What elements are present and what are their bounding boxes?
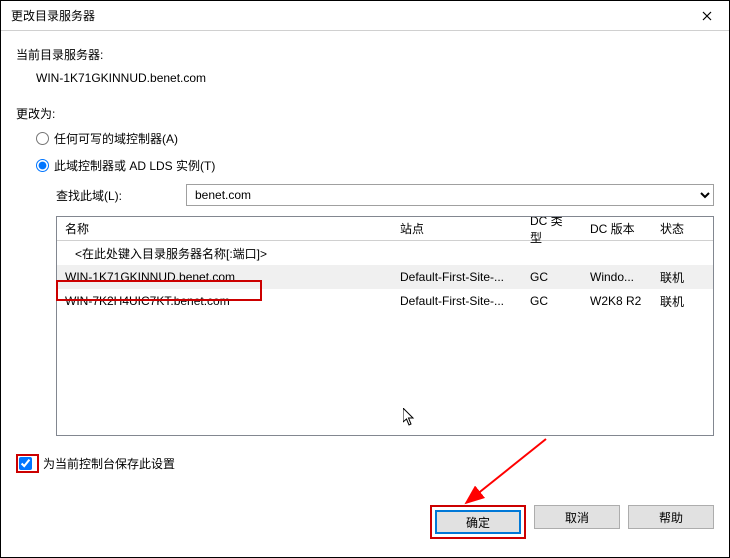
radio-this-input[interactable] bbox=[36, 159, 49, 172]
th-dctype[interactable]: DC 类型 bbox=[522, 216, 582, 250]
radio-any-label: 任何可写的域控制器(A) bbox=[54, 130, 178, 147]
cell-name: WIN-1K71GKINNUD.benet.com bbox=[57, 266, 392, 288]
current-server-label: 当前目录服务器: bbox=[16, 46, 714, 63]
cell-dcver: Windo... bbox=[582, 266, 652, 288]
th-site[interactable]: 站点 bbox=[392, 216, 522, 241]
change-to-label: 更改为: bbox=[16, 105, 714, 122]
th-dcver[interactable]: DC 版本 bbox=[582, 216, 652, 241]
checkbox-highlight bbox=[16, 454, 39, 473]
radio-any-input[interactable] bbox=[36, 132, 49, 145]
help-button[interactable]: 帮助 bbox=[628, 505, 714, 529]
cell-site: Default-First-Site-... bbox=[392, 290, 522, 312]
cell-status: 联机 bbox=[652, 265, 702, 290]
ok-button[interactable]: 确定 bbox=[435, 510, 521, 534]
cell-dcver: W2K8 R2 bbox=[582, 290, 652, 312]
close-button[interactable] bbox=[684, 1, 729, 31]
close-icon bbox=[702, 11, 712, 21]
save-settings-checkbox[interactable] bbox=[19, 457, 32, 470]
placeholder-text: <在此处键入目录服务器名称[:端口]> bbox=[57, 241, 392, 266]
domain-select[interactable]: benet.com bbox=[186, 184, 714, 206]
radio-this-dc[interactable]: 此域控制器或 AD LDS 实例(T) bbox=[36, 157, 714, 174]
checkbox-label: 为当前控制台保存此设置 bbox=[43, 455, 175, 472]
search-domain-label: 查找此域(L): bbox=[56, 187, 186, 204]
table-placeholder-row[interactable]: <在此处键入目录服务器名称[:端口]> bbox=[57, 241, 713, 265]
window-title: 更改目录服务器 bbox=[11, 7, 95, 24]
cell-dctype: GC bbox=[522, 266, 582, 288]
radio-any-writable[interactable]: 任何可写的域控制器(A) bbox=[36, 130, 714, 147]
cell-name: WIN-7K2H4UIC7KT.benet.com bbox=[57, 290, 392, 312]
th-status[interactable]: 状态 bbox=[652, 216, 702, 241]
table-header: 名称 站点 DC 类型 DC 版本 状态 bbox=[57, 217, 713, 241]
current-server-value: WIN-1K71GKINNUD.benet.com bbox=[36, 71, 714, 85]
dc-table: 名称 站点 DC 类型 DC 版本 状态 <在此处键入目录服务器名称[:端口]>… bbox=[56, 216, 714, 436]
radio-this-label: 此域控制器或 AD LDS 实例(T) bbox=[54, 157, 215, 174]
cell-dctype: GC bbox=[522, 290, 582, 312]
table-row[interactable]: WIN-7K2H4UIC7KT.benet.com Default-First-… bbox=[57, 289, 713, 313]
cell-site: Default-First-Site-... bbox=[392, 266, 522, 288]
table-row[interactable]: WIN-1K71GKINNUD.benet.com Default-First-… bbox=[57, 265, 713, 289]
th-name[interactable]: 名称 bbox=[57, 216, 392, 241]
ok-highlight: 确定 bbox=[430, 505, 526, 539]
cancel-button[interactable]: 取消 bbox=[534, 505, 620, 529]
cell-status: 联机 bbox=[652, 289, 702, 314]
